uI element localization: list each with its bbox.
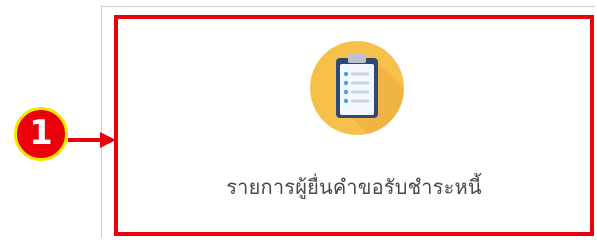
pointer-arrow-icon xyxy=(68,132,116,148)
screenshot-stage: รายการผู้ยื่นคำขอรับชำระหนี้ 1 xyxy=(0,0,597,240)
step-number-text: 1 xyxy=(29,113,53,153)
menu-item-label: รายการผู้ยื่นคำขอรับชำระหนี้ xyxy=(226,175,482,199)
creditor-claim-list-menu-item[interactable]: รายการผู้ยื่นคำขอรับชำระหนี้ xyxy=(114,15,594,236)
step-number-badge: 1 xyxy=(14,107,68,161)
clipboard-list-icon xyxy=(310,41,404,135)
